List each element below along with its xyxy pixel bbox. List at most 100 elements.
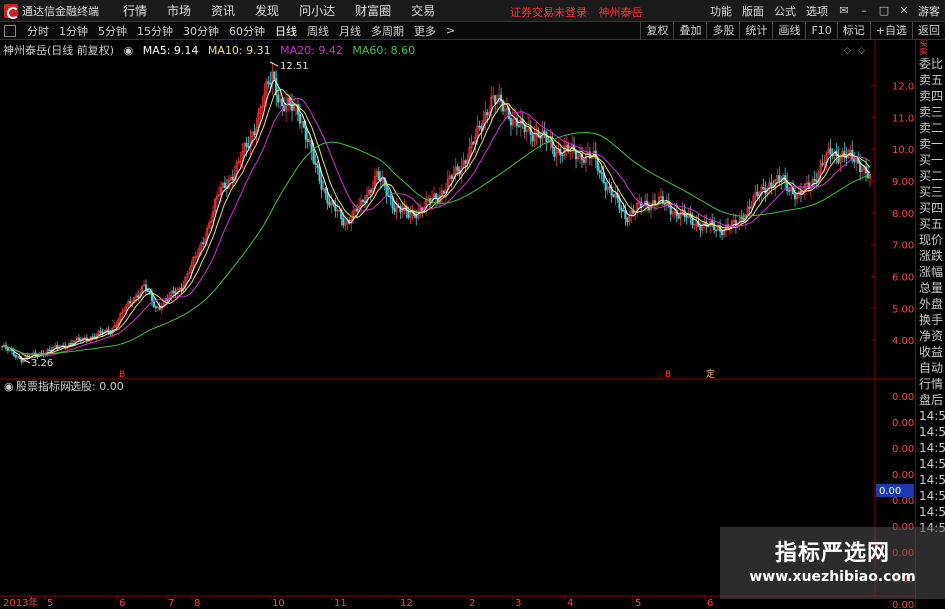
side-item[interactable]: 涨幅 — [916, 264, 945, 280]
side-item[interactable]: 涨跌 — [916, 248, 945, 264]
x-tick-label: 5 — [47, 598, 53, 609]
side-item[interactable]: 委比 — [916, 56, 945, 72]
menu-trade[interactable]: 交易 — [411, 2, 435, 19]
menu-options[interactable]: 选项 — [806, 3, 828, 19]
side-item[interactable]: 总量 — [916, 280, 945, 296]
menu-wealth[interactable]: 财富圈 — [355, 2, 391, 19]
side-header-sell: 卖 — [919, 48, 929, 56]
side-item[interactable]: 卖四 — [916, 88, 945, 104]
menu-market[interactable]: 市场 — [167, 2, 191, 19]
candle-body — [389, 195, 392, 199]
stats-button[interactable]: 统计 — [739, 22, 772, 40]
candle-body — [685, 216, 688, 218]
candle-body — [553, 147, 556, 157]
menu-formula[interactable]: 公式 — [774, 3, 796, 19]
side-item[interactable]: 买一 — [916, 152, 945, 168]
period-1min[interactable]: 1分钟 — [59, 23, 88, 39]
side-item[interactable]: 卖一 — [916, 136, 945, 152]
candle-body — [531, 134, 534, 142]
add-watchlist-button[interactable]: +自选 — [869, 22, 912, 40]
side-item[interactable]: 换手 — [916, 312, 945, 328]
indicator-tick-label: 0.00 — [892, 392, 914, 403]
period-daily[interactable]: 日线 — [275, 23, 297, 39]
adjust-button[interactable]: 复权 — [640, 22, 673, 40]
indicator-tick-label: 0.00 — [892, 444, 914, 455]
side-item[interactable]: 自动 — [916, 360, 945, 376]
period-5min[interactable]: 5分钟 — [98, 23, 127, 39]
indicator-icon[interactable]: ◉ — [4, 380, 14, 393]
side-item[interactable]: 净资 — [916, 328, 945, 344]
candle-body — [821, 163, 824, 166]
candle-body — [677, 215, 680, 219]
side-item[interactable]: 卖二 — [916, 120, 945, 136]
candle-body — [318, 167, 321, 182]
maximize-icon[interactable]: □ — [875, 2, 893, 20]
candle-body — [223, 182, 227, 189]
side-item[interactable]: 外盘 — [916, 296, 945, 312]
period-more[interactable]: 更多 — [414, 23, 436, 39]
period-multi[interactable]: 多周期 — [371, 23, 404, 39]
multi-stock-button[interactable]: 多股 — [706, 22, 739, 40]
overlay-button[interactable]: 叠加 — [673, 22, 706, 40]
chevron-right-icon[interactable]: > — [446, 24, 455, 37]
side-item[interactable]: 14:5 — [916, 440, 945, 456]
side-item[interactable]: 14:5 — [916, 424, 945, 440]
side-item[interactable]: 14:5 — [916, 472, 945, 488]
x-tick-label: 6 — [707, 598, 713, 609]
candle-body — [385, 185, 388, 196]
period-intraday[interactable]: 分时 — [27, 23, 49, 39]
side-item[interactable]: 14:5 — [916, 456, 945, 472]
menu-function[interactable]: 功能 — [710, 3, 732, 19]
draw-line-button[interactable]: 画线 — [772, 22, 805, 40]
side-item[interactable]: 买四 — [916, 200, 945, 216]
high-annotation: 12.51 — [280, 61, 309, 72]
candle-body — [48, 349, 51, 352]
back-button[interactable]: 返回 — [912, 22, 945, 40]
side-item[interactable]: 买五 — [916, 216, 945, 232]
side-item[interactable]: 卖三 — [916, 104, 945, 120]
candle-body — [166, 299, 169, 301]
close-icon[interactable]: ✕ — [895, 2, 913, 20]
period-monthly[interactable]: 月线 — [339, 23, 361, 39]
side-item[interactable]: 14:5 — [916, 504, 945, 520]
side-item[interactable]: 行情 — [916, 376, 945, 392]
menu-quotes[interactable]: 行情 — [123, 2, 147, 19]
menu-layout[interactable]: 版面 — [742, 3, 764, 19]
guest-label[interactable]: 游客 — [918, 3, 940, 19]
candle-body — [715, 229, 718, 232]
menu-discover[interactable]: 发现 — [255, 2, 279, 19]
indicator-tick-label: 0.00 — [892, 470, 914, 481]
mark-button[interactable]: 标记 — [836, 22, 870, 40]
diamond-icon-2[interactable]: ◇ — [858, 46, 865, 56]
side-item[interactable]: 买二 — [916, 168, 945, 184]
side-item[interactable]: 收益 — [916, 344, 945, 360]
menu-ask[interactable]: 问小达 — [299, 2, 335, 19]
side-item[interactable]: 卖五 — [916, 72, 945, 88]
period-60min[interactable]: 60分钟 — [229, 23, 265, 39]
mail-icon[interactable]: ✉ — [835, 2, 853, 20]
indicator-tick-label: 0.00 — [892, 418, 914, 429]
side-item[interactable]: 现价 — [916, 232, 945, 248]
kline-chart[interactable]: ◇ ◇ 12.00 11.00 10.00 9.00 8.00 7.00 6.00 5.00 4… — [0, 40, 915, 609]
candle-body — [740, 217, 743, 219]
candle-body — [598, 170, 601, 173]
candle-body — [464, 160, 467, 164]
side-item[interactable]: 盘后 — [916, 392, 945, 408]
diamond-icon[interactable]: ◇ — [844, 46, 851, 56]
candle-body — [600, 172, 603, 174]
f10-button[interactable]: F10 — [805, 22, 836, 40]
panel-toggle-icon[interactable] — [4, 24, 16, 37]
candle-body — [486, 112, 489, 116]
x-tick-label: 11 — [334, 598, 347, 609]
menu-news[interactable]: 资讯 — [211, 2, 235, 19]
side-item[interactable]: 14:5 — [916, 408, 945, 424]
candle-body — [269, 83, 272, 85]
login-notice[interactable]: 证券交易未登录 — [510, 6, 587, 19]
minimize-icon[interactable]: – — [855, 2, 873, 20]
period-weekly[interactable]: 周线 — [307, 23, 329, 39]
period-30min[interactable]: 30分钟 — [183, 23, 219, 39]
watermark: 指标严选网 www.xuezhibiao.com — [720, 527, 945, 599]
side-item[interactable]: 买三 — [916, 184, 945, 200]
period-15min[interactable]: 15分钟 — [137, 23, 173, 39]
side-item[interactable]: 14:5 — [916, 488, 945, 504]
